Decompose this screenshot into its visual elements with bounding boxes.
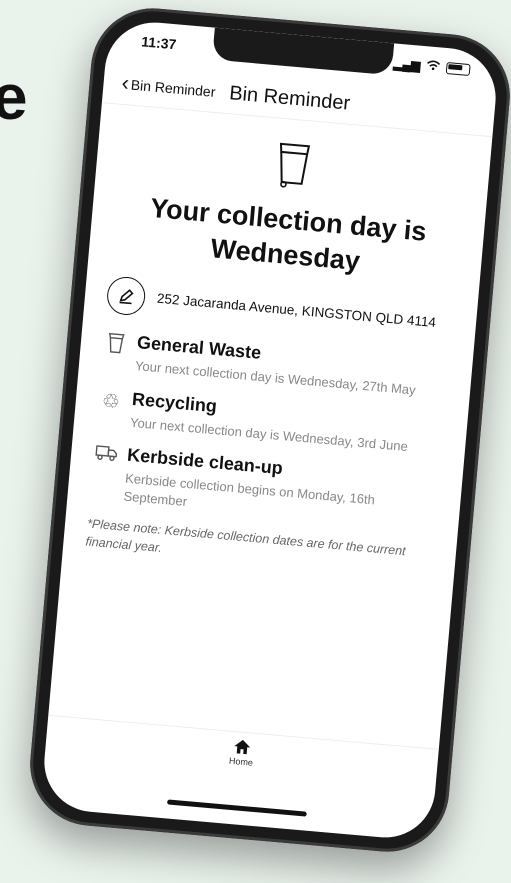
recycle-icon: ♲	[100, 390, 121, 414]
wifi-icon	[426, 59, 441, 74]
back-button-label: Bin Reminder	[130, 76, 217, 100]
phone-frame: 11:37 ▂▄▆ ‹ Bin Reminder Bin Reminder Yo…	[25, 3, 511, 857]
home-icon	[234, 739, 251, 755]
back-button[interactable]: ‹ Bin Reminder	[120, 69, 217, 102]
battery-icon	[445, 62, 471, 77]
main-content: Your collection day is Wednesday 252 Jac…	[46, 110, 491, 772]
app-screen: 11:37 ▂▄▆ ‹ Bin Reminder Bin Reminder Yo…	[40, 18, 500, 842]
background-text-fragment: e	[0, 61, 28, 133]
bin-small-icon	[100, 329, 130, 374]
truck-icon	[89, 442, 120, 504]
chevron-left-icon: ‹	[120, 69, 131, 96]
section-kerbside: Kerbside clean-up Kerbside collection be…	[89, 442, 441, 532]
collection-day-headline: Your collection day is Wednesday	[149, 192, 428, 277]
pencil-icon	[119, 289, 134, 305]
tab-home-label: Home	[228, 755, 254, 768]
edit-address-button[interactable]	[105, 275, 147, 317]
status-time: 11:37	[140, 33, 177, 53]
address-text: 252 Jacaranda Avenue, KINGSTON QLD 4114	[156, 290, 437, 331]
status-icons: ▂▄▆	[393, 56, 471, 77]
signal-icon: ▂▄▆	[392, 56, 421, 73]
tab-home[interactable]: Home	[229, 738, 255, 768]
page-title: Bin Reminder	[228, 81, 352, 115]
home-indicator	[166, 799, 307, 817]
